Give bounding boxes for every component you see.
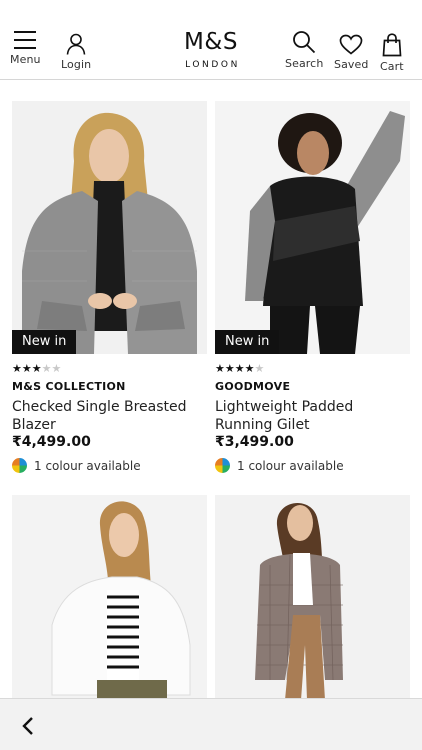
bag-icon	[381, 33, 403, 57]
brand-logo[interactable]: M&S LONDON	[173, 29, 249, 71]
colour-swatch-icon	[215, 458, 230, 473]
menu-button[interactable]: Menu	[10, 30, 41, 66]
product-brand: M&S COLLECTION	[12, 380, 126, 393]
colour-availability: 1 colour available	[215, 458, 344, 473]
logo-sub: LONDON	[185, 60, 240, 70]
search-icon	[292, 30, 316, 54]
new-in-badge: New in	[215, 330, 280, 354]
star-half-icon: ★	[31, 362, 42, 375]
cart-button[interactable]: Cart	[380, 33, 404, 73]
search-label: Search	[285, 57, 324, 70]
star-icon: ★★	[12, 362, 32, 375]
login-button[interactable]: Login	[61, 33, 91, 71]
star-half-icon: ★	[254, 362, 265, 375]
product-image[interactable]: New in	[215, 101, 410, 354]
logo-main: M&S	[184, 29, 238, 55]
saved-button[interactable]: Saved	[334, 34, 368, 71]
product-image[interactable]: New in	[12, 101, 207, 354]
product-title[interactable]: Lightweight Padded Running Gilet	[215, 398, 410, 434]
search-button[interactable]: Search	[285, 30, 323, 70]
menu-icon	[13, 30, 37, 50]
saved-label: Saved	[334, 58, 369, 71]
app-header: Menu Login M&S LONDON Search Saved Cart	[0, 0, 422, 80]
product-brand: GOODMOVE	[215, 380, 291, 393]
product-title[interactable]: Checked Single Breasted Blazer	[12, 398, 207, 434]
cart-label: Cart	[380, 60, 404, 73]
rating-stars: ★★★★★	[12, 363, 61, 375]
login-label: Login	[61, 58, 92, 71]
colour-count: 1 colour available	[34, 458, 141, 473]
rating-stars: ★★★★★	[215, 363, 264, 375]
user-icon	[66, 33, 86, 55]
menu-label: Menu	[10, 53, 41, 66]
colour-availability: 1 colour available	[12, 458, 141, 473]
back-button[interactable]	[20, 714, 36, 742]
new-in-badge: New in	[12, 330, 77, 354]
product-price: ₹4,499.00	[12, 434, 91, 450]
colour-swatch-icon	[12, 458, 27, 473]
browser-bottom-bar	[0, 698, 422, 750]
product-price: ₹3,499.00	[215, 434, 294, 450]
heart-icon	[339, 34, 363, 55]
colour-count: 1 colour available	[237, 458, 344, 473]
chevron-left-icon	[20, 717, 36, 742]
star-empty-icon: ★★	[41, 362, 62, 375]
star-icon: ★★★★	[215, 362, 255, 375]
